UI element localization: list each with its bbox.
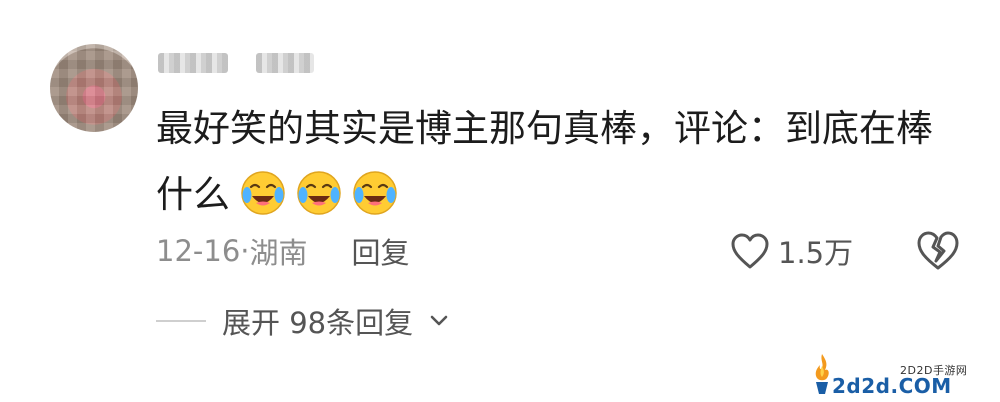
reply-button[interactable]: 回复 [352, 230, 410, 272]
comment-meta: 12-16 · 湖南 回复 [156, 228, 410, 274]
expand-replies-button[interactable]: 展开 98条回复 [156, 298, 449, 344]
like-button[interactable]: 1.5万 [730, 228, 853, 274]
blurred-name-part [158, 53, 228, 73]
crying-laughing-emoji-icon [353, 170, 397, 215]
flame-logo-icon [815, 354, 829, 394]
username-blurred[interactable] [158, 48, 314, 78]
chevron-down-icon [430, 315, 448, 326]
heart-outline-icon [731, 233, 769, 269]
like-count: 1.5万 [778, 236, 854, 270]
expand-replies-label: 展开 98条回复 [222, 306, 414, 340]
comment-location: 湖南 [249, 236, 308, 270]
site-watermark: 2D2D手游网 2d2d.COM [812, 352, 992, 398]
emoji-group [240, 170, 398, 216]
watermark-domain-text: 2d2d.COM [832, 374, 952, 398]
broken-heart-icon[interactable] [916, 230, 960, 272]
crying-laughing-emoji-icon [297, 170, 341, 215]
comment-line-1: 最好笑的其实是博主那句真棒，评论：到底在棒 [156, 107, 933, 150]
comment-date: 12-16 [156, 234, 241, 268]
meta-separator: · [240, 234, 250, 268]
crying-laughing-emoji-icon [241, 170, 285, 215]
comment-line-2: 什么 [156, 173, 230, 216]
divider-line [156, 320, 206, 322]
user-avatar[interactable] [50, 44, 138, 132]
blurred-name-part [256, 53, 314, 73]
comment-text: 最好笑的其实是博主那句真棒，评论：到底在棒 什么 [156, 96, 956, 228]
